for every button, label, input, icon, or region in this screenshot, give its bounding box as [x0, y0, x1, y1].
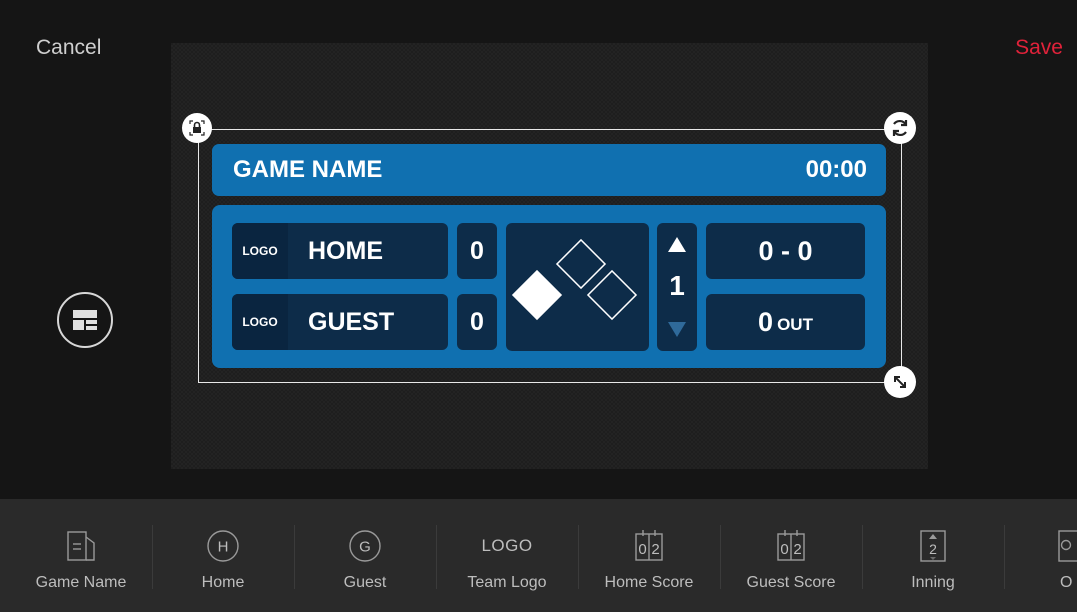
- count-box[interactable]: 0 - 0: [706, 223, 865, 279]
- svg-text:2: 2: [793, 541, 801, 558]
- tool-home-score-label: Home Score: [604, 574, 694, 591]
- layout-button[interactable]: [57, 292, 113, 348]
- inning-icon: 2: [920, 530, 946, 562]
- tool-guest-label: Guest: [343, 574, 387, 591]
- first-base: [586, 269, 638, 321]
- game-name-text: GAME NAME: [233, 156, 383, 183]
- outs-label: OUT: [777, 314, 813, 334]
- home-logo: LOGO: [232, 223, 288, 279]
- home-circle-icon: H: [207, 530, 239, 562]
- tool-guest-score[interactable]: 0 2 Guest Score: [720, 499, 862, 612]
- outs-box[interactable]: 0 OUT: [706, 294, 865, 350]
- rotate-icon: [892, 119, 908, 137]
- cancel-button[interactable]: Cancel: [36, 36, 101, 60]
- save-button[interactable]: Save: [1015, 36, 1063, 60]
- team-logo-icon: LOGO: [481, 536, 533, 555]
- guest-score-icon: 0 2: [777, 530, 805, 561]
- inning-bottom-arrow-icon: [668, 322, 686, 337]
- tool-game-name-label: Game Name: [35, 574, 127, 591]
- guest-score[interactable]: 0: [457, 294, 497, 350]
- home-team-box[interactable]: LOGO HOME: [232, 223, 448, 279]
- tool-inning[interactable]: 2 Inning: [862, 499, 1004, 612]
- game-name-icon: [67, 531, 95, 561]
- svg-text:0: 0: [638, 541, 646, 558]
- scoreboard-panel: LOGO HOME LOGO GUEST 0 0 1 0 - 0 0 OUT: [212, 205, 886, 368]
- guest-team-box[interactable]: LOGO GUEST: [232, 294, 448, 350]
- svg-text:H: H: [218, 539, 229, 556]
- guest-circle-icon: G: [349, 530, 381, 562]
- tool-home-label: Home: [201, 574, 245, 591]
- game-header-bar[interactable]: GAME NAME 00:00: [212, 144, 886, 196]
- tool-guest-score-label: Guest Score: [746, 574, 836, 591]
- lock-handle[interactable]: [182, 113, 212, 143]
- svg-text:2: 2: [929, 541, 937, 557]
- rotate-handle[interactable]: [884, 112, 916, 144]
- svg-text:G: G: [359, 539, 371, 556]
- inning-top-arrow-icon: [668, 237, 686, 252]
- third-base: [511, 269, 563, 321]
- resize-icon: [894, 376, 906, 388]
- svg-text:2: 2: [651, 541, 659, 558]
- tool-outs-label: O: [1060, 574, 1073, 591]
- tool-outs[interactable]: O: [1004, 499, 1077, 612]
- resize-handle[interactable]: [884, 366, 916, 398]
- inning-box[interactable]: 1: [657, 223, 697, 351]
- home-team-name: HOME: [308, 237, 383, 265]
- second-base: [555, 238, 607, 290]
- outs-icon: [1058, 530, 1077, 562]
- tool-team-logo[interactable]: LOGO Team Logo: [436, 499, 578, 612]
- tool-guest[interactable]: G Guest: [294, 499, 436, 612]
- element-toolbar: Game Name H Home G Guest LOGO Team Logo: [0, 499, 1077, 612]
- guest-logo: LOGO: [232, 294, 288, 350]
- bases-diamond[interactable]: [506, 223, 649, 351]
- tool-game-name[interactable]: Game Name: [10, 499, 152, 612]
- outs-number: 0: [758, 306, 774, 337]
- home-score-icon: 0 2: [635, 530, 663, 561]
- layout-icon: [73, 310, 97, 330]
- tool-home[interactable]: H Home: [152, 499, 294, 612]
- count-text: 0 - 0: [758, 235, 813, 266]
- tool-team-logo-label: Team Logo: [467, 574, 547, 591]
- lock-icon: [189, 120, 205, 136]
- home-score[interactable]: 0: [457, 223, 497, 279]
- guest-team-name: GUEST: [308, 308, 395, 336]
- svg-text:0: 0: [780, 541, 788, 558]
- game-clock-text: 00:00: [805, 156, 867, 183]
- inning-number: 1: [669, 270, 685, 301]
- tool-home-score[interactable]: 0 2 Home Score: [578, 499, 720, 612]
- tool-inning-label: Inning: [911, 574, 955, 591]
